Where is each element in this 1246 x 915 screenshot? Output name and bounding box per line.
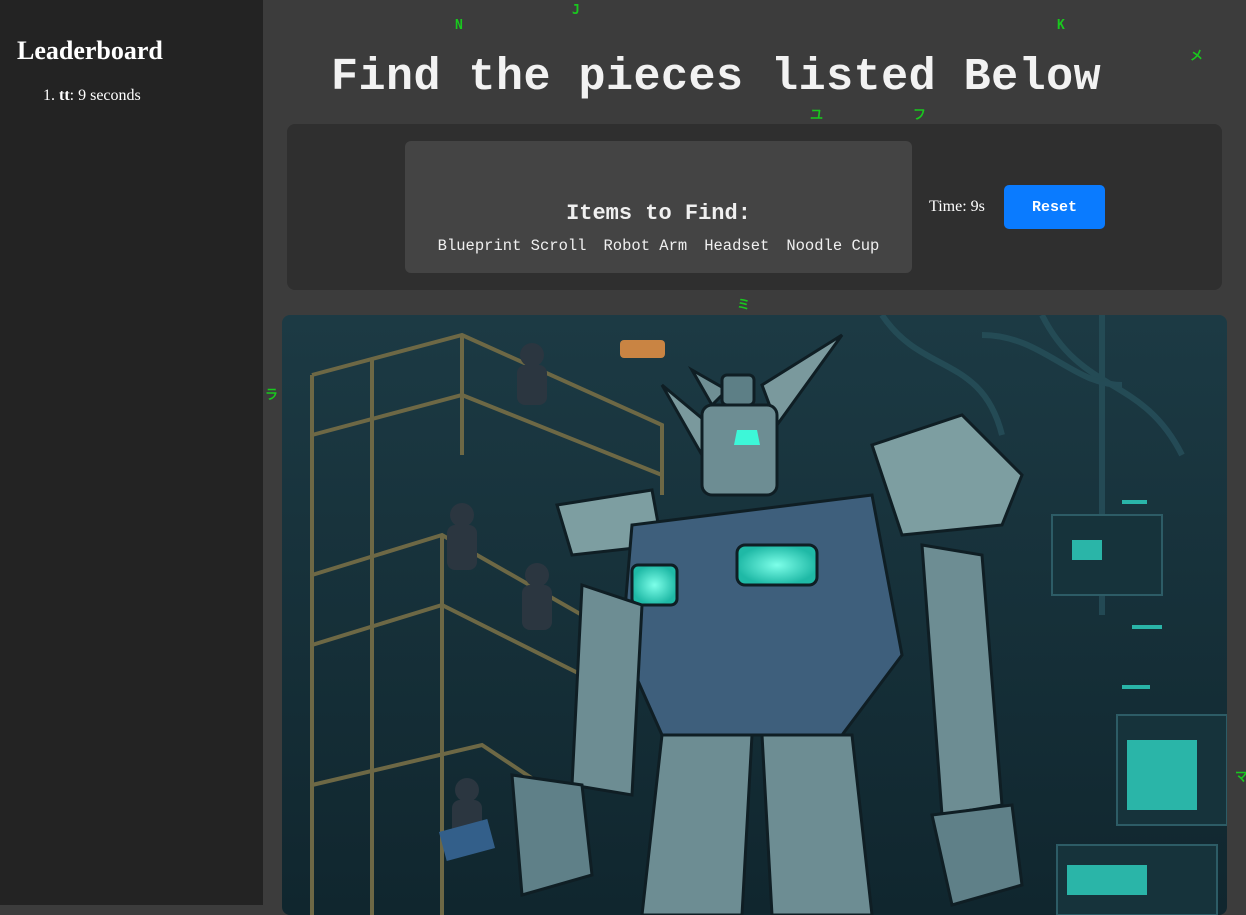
item-noodle-cup: Noodle Cup (786, 237, 880, 255)
matrix-rain-glyph: フ (913, 108, 927, 123)
controls-panel: Items to Find: Blueprint Scroll Robot Ar… (287, 124, 1222, 290)
page-title: Find the pieces listed Below (331, 52, 1102, 103)
mecha-hangar-image[interactable] (282, 315, 1227, 915)
item-robot-arm: Robot Arm (603, 237, 688, 255)
item-headset: Headset (704, 237, 770, 255)
leaderboard-rank: 1. (43, 87, 55, 104)
timer: Time: 9s (929, 198, 985, 215)
leaderboard-entry: 1. tt: 9 seconds (43, 86, 141, 106)
items-list: Blueprint Scroll Robot Arm Headset Noodl… (405, 237, 912, 255)
leaderboard-list: 1. tt: 9 seconds (43, 86, 141, 106)
leaderboard-sidebar: Leaderboard 1. tt: 9 seconds (0, 0, 263, 905)
matrix-rain-glyph: J (572, 3, 580, 18)
leaderboard-player-name: tt (59, 87, 70, 104)
items-heading: Items to Find: (566, 201, 751, 226)
matrix-rain-glyph: マ (1235, 770, 1246, 785)
items-to-find-box: Items to Find: Blueprint Scroll Robot Ar… (405, 141, 912, 273)
item-blueprint-scroll: Blueprint Scroll (437, 237, 587, 255)
leaderboard-score: : 9 seconds (69, 87, 141, 104)
leaderboard-title: Leaderboard (17, 36, 163, 65)
matrix-rain-glyph: ユ (810, 108, 824, 123)
hidden-object-scene[interactable] (282, 315, 1227, 915)
matrix-rain-glyph: メ (1190, 49, 1204, 64)
game-area: Find the pieces listed Below Items to Fi… (263, 0, 1246, 915)
matrix-rain-glyph: K (1057, 18, 1065, 33)
matrix-rain-glyph: ミ (737, 298, 751, 313)
matrix-rain-glyph: ラ (265, 388, 279, 403)
matrix-rain-glyph: N (455, 18, 463, 33)
reset-button[interactable]: Reset (1004, 185, 1105, 229)
